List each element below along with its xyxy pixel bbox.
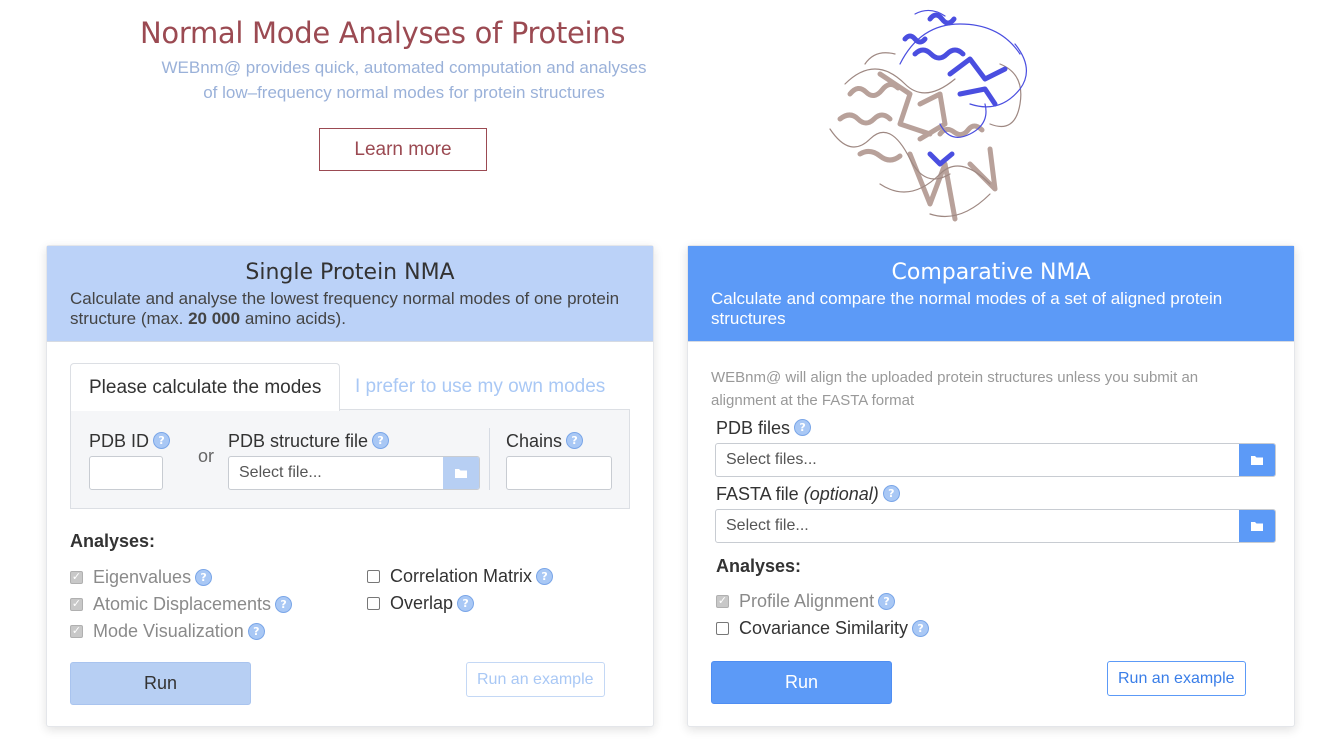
comparative-title: Comparative NMA <box>891 260 1091 285</box>
comparative-card: Comparative NMA Calculate and compare th… <box>687 245 1295 727</box>
run-example-button[interactable]: Run an example <box>1107 661 1246 696</box>
run-button[interactable]: Run <box>70 662 251 705</box>
or-label: or <box>198 446 215 466</box>
checkbox-label: Profile Alignment <box>739 591 875 611</box>
help-icon[interactable]: ? <box>247 623 265 640</box>
checkbox-label: Eigenvalues <box>93 567 192 587</box>
file-placeholder: Select file... <box>726 517 809 534</box>
help-icon[interactable]: ? <box>372 432 390 449</box>
pdb-file-input[interactable]: Select file... <box>228 456 480 490</box>
file-placeholder: Select file... <box>239 464 322 481</box>
divider <box>489 428 490 490</box>
pdb-file-label: PDB structure file? <box>228 431 390 452</box>
help-icon[interactable]: ? <box>153 432 171 449</box>
checkbox-label: Correlation Matrix <box>390 566 533 586</box>
pdb-id-input[interactable] <box>89 456 163 490</box>
checkbox-atomic-displacements[interactable]: Atomic Displacements? <box>70 594 293 615</box>
mode-tabs: Please calculate the modes I prefer to u… <box>70 363 630 411</box>
checkbox-label: Atomic Displacements <box>93 594 272 614</box>
fasta-optional: (optional) <box>803 484 879 504</box>
fasta-file-input[interactable]: Select file... <box>715 509 1276 543</box>
checkbox[interactable] <box>716 622 729 635</box>
single-protein-card: Single Protein NMA Calculate and analyse… <box>46 245 654 727</box>
checkbox-profile-alignment[interactable]: Profile Alignment? <box>716 591 896 612</box>
run-button[interactable]: Run <box>711 661 892 704</box>
page-title: Normal Mode Analyses of Proteins <box>140 16 626 50</box>
folder-icon[interactable] <box>1239 510 1275 542</box>
pdb-id-label-text: PDB ID <box>89 431 150 451</box>
pdb-files-label-text: PDB files <box>716 418 791 438</box>
pdb-files-input[interactable]: Select files... <box>715 443 1276 477</box>
tab-calculate-modes[interactable]: Please calculate the modes <box>70 363 341 411</box>
single-protein-title: Single Protein NMA <box>245 260 455 285</box>
chains-label-text: Chains <box>506 431 563 451</box>
help-icon[interactable]: ? <box>912 620 930 637</box>
file-placeholder: Select files... <box>726 451 817 468</box>
help-icon[interactable]: ? <box>195 569 213 586</box>
desc-bold: 20 000 <box>188 309 241 328</box>
help-icon[interactable]: ? <box>882 485 900 502</box>
comparative-description: Calculate and compare the normal modes o… <box>711 289 1223 328</box>
help-icon[interactable]: ? <box>794 419 812 436</box>
folder-icon[interactable] <box>1239 444 1275 476</box>
help-icon[interactable]: ? <box>536 568 554 585</box>
pdb-file-label-text: PDB structure file <box>228 431 369 451</box>
checkbox-covariance-similarity[interactable]: Covariance Similarity? <box>716 618 930 639</box>
checkbox-mode-visualization[interactable]: Mode Visualization? <box>70 621 265 642</box>
tab-panel: PDB ID? or PDB structure file? Select fi… <box>70 409 630 509</box>
help-icon[interactable]: ? <box>878 593 896 610</box>
chains-label: Chains? <box>506 431 584 452</box>
single-protein-description: Calculate and analyse the lowest frequen… <box>70 289 630 329</box>
alignment-hint: WEBnm@ will align the uploaded protein s… <box>711 369 1199 409</box>
checkbox-overlap[interactable]: Overlap? <box>367 593 475 614</box>
fasta-label-text: FASTA file <box>716 484 799 504</box>
fasta-label: FASTA file (optional)? <box>716 484 900 505</box>
subtitle-line-1: WEBnm@ provides quick, automated computa… <box>161 58 647 77</box>
checkbox[interactable] <box>70 625 83 638</box>
pdb-files-label: PDB files? <box>716 418 812 439</box>
pdb-id-label: PDB ID? <box>89 431 171 452</box>
checkbox-label: Covariance Similarity <box>739 618 909 638</box>
help-icon[interactable]: ? <box>275 596 293 613</box>
desc-suffix: amino acids). <box>240 309 346 328</box>
protein-structure-image <box>829 9 1027 222</box>
folder-icon[interactable] <box>443 457 479 489</box>
checkbox-label: Overlap <box>390 593 454 613</box>
checkbox-correlation-matrix[interactable]: Correlation Matrix? <box>367 566 554 587</box>
subtitle-line-2: of low–frequency normal modes for protei… <box>203 83 605 102</box>
learn-more-button[interactable]: Learn more <box>319 128 487 171</box>
help-icon[interactable]: ? <box>566 432 584 449</box>
checkbox[interactable] <box>367 570 380 583</box>
checkbox-label: Mode Visualization <box>93 621 244 641</box>
checkbox-eigenvalues[interactable]: Eigenvalues? <box>70 567 213 588</box>
comparative-header: Comparative NMA Calculate and compare th… <box>688 246 1294 342</box>
checkbox[interactable] <box>367 597 380 610</box>
single-protein-header: Single Protein NMA Calculate and analyse… <box>47 246 653 342</box>
tab-own-modes[interactable]: I prefer to use my own modes <box>337 363 623 410</box>
run-example-button[interactable]: Run an example <box>466 662 605 697</box>
checkbox[interactable] <box>716 595 729 608</box>
analyses-heading: Analyses: <box>70 531 156 551</box>
help-icon[interactable]: ? <box>457 595 475 612</box>
page-subtitle: WEBnm@ provides quick, automated computa… <box>140 55 668 105</box>
chains-input[interactable] <box>506 456 612 490</box>
analyses-heading: Analyses: <box>716 556 802 576</box>
checkbox[interactable] <box>70 598 83 611</box>
checkbox[interactable] <box>70 571 83 584</box>
